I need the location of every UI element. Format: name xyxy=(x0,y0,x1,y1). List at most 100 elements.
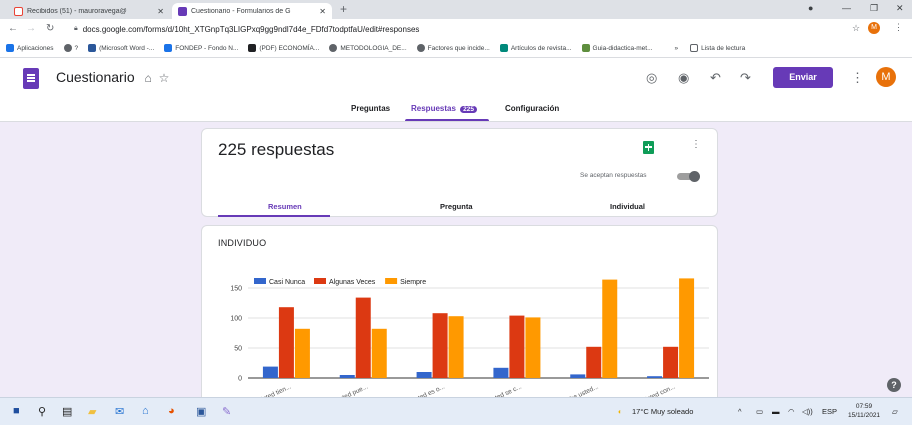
browser-tab-forms[interactable]: Cuestionario - Formularios de G ✕ xyxy=(172,3,332,19)
move-to-folder-icon[interactable]: ⌂ xyxy=(145,71,152,85)
tab-responses[interactable]: Respuestas 225 xyxy=(411,104,478,113)
bar xyxy=(448,316,464,378)
url-input[interactable]: 🔒︎ docs.google.com/forms/d/10ht_XTGnpTq3… xyxy=(74,22,844,36)
bookmark-item[interactable]: Guia-didactica-met... xyxy=(581,44,652,52)
search-icon[interactable]: ⚲ xyxy=(38,405,46,418)
legend-swatch xyxy=(254,278,266,284)
avatar[interactable]: M xyxy=(876,67,896,87)
bookmark-item[interactable]: Artículos de revista... xyxy=(499,44,572,52)
network-icon[interactable]: ▭ xyxy=(756,407,763,416)
close-window-icon[interactable]: ✕ xyxy=(896,3,904,14)
question-summary-card: INDIVIDUO 0 50 100 150 Casi Nunca Algunas Vec… xyxy=(201,225,718,415)
responses-summary-card: 225 respuestas ⋮ Se aceptan respuestas R… xyxy=(201,128,718,217)
browser-tab-strip: Recibidos (51) - mauroravega@ ✕ Cuestion… xyxy=(0,0,912,19)
globe-icon xyxy=(416,44,425,52)
bookmark-item[interactable]: (PDF) ECONOMÍA... xyxy=(248,44,319,52)
task-view-icon[interactable]: ▤ xyxy=(62,405,72,418)
profile-dot-icon[interactable]: ● xyxy=(808,3,813,13)
forms-icon xyxy=(178,6,187,16)
language-indicator[interactable]: ESP xyxy=(822,407,837,416)
send-button[interactable]: Enviar xyxy=(773,67,833,88)
bookmarks-bar: Aplicaciones ? (Microsoft Word -... FOND… xyxy=(0,39,912,58)
bar xyxy=(371,328,387,378)
bar xyxy=(602,279,618,378)
y-tick-label: 50 xyxy=(234,346,242,353)
star-icon[interactable]: ☆ xyxy=(159,71,170,85)
bookmark-item[interactable]: Aplicaciones xyxy=(6,44,54,52)
legend-swatch xyxy=(385,278,398,284)
bookmark-item[interactable]: (Microsoft Word -... xyxy=(88,44,154,52)
google-sheets-icon[interactable] xyxy=(643,141,654,154)
tab-questions[interactable]: Preguntas xyxy=(351,104,390,113)
subtab-summary[interactable]: Resumen xyxy=(268,202,302,211)
bar xyxy=(432,313,448,378)
toggle-knob xyxy=(689,171,700,182)
browser-menu-icon[interactable]: ⋮ xyxy=(894,22,903,33)
google-forms-logo-icon[interactable] xyxy=(23,68,39,89)
bookmark-star-icon[interactable]: ☆ xyxy=(852,23,860,34)
undo-icon[interactable]: ↶ xyxy=(710,70,721,86)
form-title[interactable]: Cuestionario ⌂ ☆ xyxy=(56,69,169,85)
globe-icon xyxy=(329,44,338,52)
weather-text[interactable]: 17°C Muy soleado xyxy=(632,407,693,416)
bar xyxy=(509,315,525,378)
volume-icon[interactable]: ◁)) xyxy=(802,407,813,416)
clock[interactable]: 07:59 15/11/2021 xyxy=(848,402,880,420)
browser-tab-gmail[interactable]: Recibidos (51) - mauroravega@ ✕ xyxy=(8,3,170,19)
form-tabs: Preguntas Respuestas 225 Configuración xyxy=(0,98,912,122)
bar xyxy=(355,297,371,378)
active-tab-indicator xyxy=(405,119,489,121)
new-tab-icon[interactable]: + xyxy=(340,2,347,16)
bar xyxy=(278,307,294,378)
redo-icon[interactable]: ↷ xyxy=(740,70,751,86)
more-options-icon[interactable]: ⋮ xyxy=(851,70,864,86)
accepting-responses-toggle[interactable] xyxy=(677,171,701,182)
close-tab-icon[interactable]: ✕ xyxy=(157,7,164,16)
active-subtab-indicator xyxy=(218,215,330,217)
reload-icon[interactable]: ↻ xyxy=(46,23,54,34)
legend-label: Siempre xyxy=(400,279,426,286)
restore-icon[interactable]: ❐ xyxy=(870,3,878,14)
responses-count-badge: 225 xyxy=(460,106,478,113)
apps-grid-icon xyxy=(6,44,14,52)
help-icon[interactable]: ? xyxy=(887,378,901,392)
bookmarks-more[interactable]: » xyxy=(674,45,678,52)
word-doc-icon xyxy=(88,44,97,52)
academia-icon xyxy=(248,44,257,52)
close-tab-icon[interactable]: ✕ xyxy=(319,7,326,16)
accepting-responses-label: Se aceptan respuestas xyxy=(580,172,647,179)
legend-label: Algunas Veces xyxy=(329,279,376,286)
mail-icon[interactable]: ✉ xyxy=(115,405,124,418)
chrome-icon[interactable]: ◕ xyxy=(168,405,175,417)
fondep-icon xyxy=(164,44,173,52)
profile-avatar[interactable]: M xyxy=(868,22,880,34)
notifications-icon[interactable]: ▱ xyxy=(892,407,898,416)
legend-swatch xyxy=(314,278,326,284)
journal-icon xyxy=(499,44,508,52)
subtab-question[interactable]: Pregunta xyxy=(440,202,473,211)
windows-start-icon[interactable]: ■ xyxy=(13,405,20,417)
tab-settings[interactable]: Configuración xyxy=(505,104,559,113)
store-icon[interactable]: ⌂ xyxy=(142,405,149,417)
palette-icon[interactable]: ◎ xyxy=(646,70,657,86)
responses-more-icon[interactable]: ⋮ xyxy=(691,139,701,150)
file-explorer-icon[interactable]: ▰ xyxy=(88,405,96,418)
back-icon[interactable]: ← xyxy=(8,23,18,34)
bookmark-item[interactable]: METODOLOGIA_DE... xyxy=(329,44,407,52)
minimize-icon[interactable]: — xyxy=(842,3,851,13)
show-hidden-icons-icon[interactable]: ^ xyxy=(738,407,742,416)
subtab-individual[interactable]: Individual xyxy=(610,202,645,211)
battery-icon[interactable]: ▬ xyxy=(772,407,780,416)
weather-icon[interactable]: ◐ xyxy=(618,407,623,416)
bookmark-item[interactable]: ? xyxy=(63,44,78,52)
paint-icon[interactable]: ✎ xyxy=(222,405,231,418)
preview-eye-icon[interactable]: ◉ xyxy=(678,70,689,86)
bookmark-item[interactable]: FONDEP - Fondo N... xyxy=(164,44,238,52)
word-icon[interactable]: ▣ xyxy=(196,405,206,418)
bookmark-item[interactable]: Factores que incide... xyxy=(416,44,490,52)
forward-icon[interactable]: → xyxy=(26,23,36,34)
reading-list[interactable]: Lista de lectura xyxy=(690,44,745,52)
wifi-icon[interactable]: ◠ xyxy=(788,407,795,416)
bar xyxy=(525,317,541,378)
bar xyxy=(262,366,278,378)
